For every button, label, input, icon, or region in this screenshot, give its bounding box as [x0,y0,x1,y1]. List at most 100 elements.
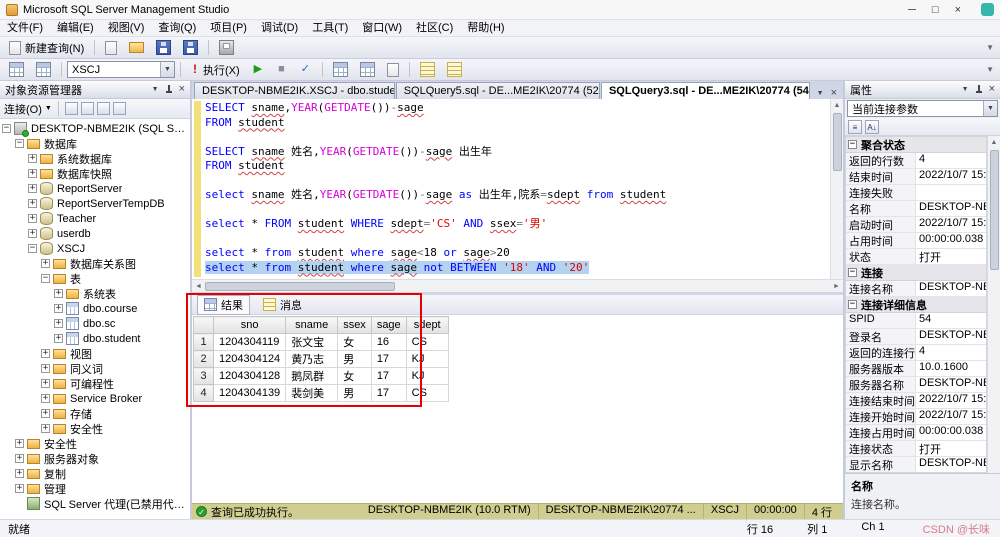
row-number-cell[interactable]: 2 [194,351,214,368]
tree-item[interactable]: +安全性 [0,421,190,436]
collapse-icon[interactable]: − [848,268,857,277]
menu-item-1[interactable]: 编辑(E) [50,20,101,36]
scroll-left-icon[interactable]: ◄ [192,283,205,290]
menu-item-0[interactable]: 文件(F) [0,20,50,36]
results-row[interactable]: 11204304119张文宝女16CS [194,334,449,351]
properties-object-selector[interactable]: 当前连接参数 ▼ [847,100,998,117]
tree-item[interactable]: +userdb [0,226,190,241]
results-to-text-button[interactable] [382,61,404,79]
code-line-7[interactable]: select sname 姓名,YEAR(GETDATE())-sage as … [205,188,830,203]
panel-menu-icon[interactable]: ▼ [962,86,969,93]
code-line-5[interactable]: FROM student [205,159,830,174]
code-line-3[interactable] [205,130,830,145]
property-row[interactable]: 连接失败 [846,185,986,201]
chevron-down-icon[interactable]: ▼ [160,62,174,77]
scrollbar-thumb[interactable] [833,113,842,171]
tree-item[interactable]: +数据库关系图 [0,256,190,271]
chevron-down-icon[interactable]: ▼ [983,101,997,116]
tab-close-icon[interactable]: × [831,88,837,99]
property-row[interactable]: 结束时间2022/10/7 15:26:11 [846,169,986,185]
expander-icon[interactable]: + [41,379,50,388]
column-header-sno[interactable]: sno [214,317,286,334]
property-row[interactable]: 返回的连接行数4 [846,345,986,361]
grid-cell[interactable]: 男 [338,351,372,368]
tree-item[interactable]: +复制 [0,466,190,481]
code-line-11[interactable]: select * from student where sage<18 or s… [205,246,830,261]
property-row[interactable]: 占用时间00:00:00.038 [846,233,986,249]
disconnect-icon[interactable] [65,102,78,115]
grid-cell[interactable]: KJ [406,368,448,385]
tab-results[interactable]: 结果 [197,295,250,315]
expander-icon[interactable]: + [28,154,37,163]
expander-icon[interactable]: + [15,484,24,493]
grid-cell[interactable]: 裴剑美 [286,385,338,402]
tree-item[interactable]: −数据库 [0,136,190,151]
indent-button[interactable] [415,60,440,79]
tree-item[interactable]: −XSCJ [0,241,190,256]
grid-cell[interactable]: 17 [371,385,406,402]
expander-icon[interactable]: − [2,124,11,133]
property-row[interactable]: 连接状态打开 [846,441,986,457]
grid-cell[interactable]: KJ [406,351,448,368]
minimize-button[interactable]: ─ [908,1,916,19]
save-all-button[interactable] [178,38,203,57]
expander-icon[interactable]: + [15,439,24,448]
save-button[interactable] [151,38,176,57]
grid-cell[interactable]: CS [406,385,448,402]
tree-item[interactable]: +视图 [0,346,190,361]
expander-icon[interactable]: − [15,139,24,148]
editor-tab-0[interactable]: DESKTOP-NBME2IK.XSCJ - dbo.student [194,82,395,99]
menu-item-5[interactable]: 调试(D) [254,20,305,36]
code-line-2[interactable]: FROM student [205,116,830,131]
property-row[interactable]: 服务器版本10.0.1600 [846,361,986,377]
tree-item[interactable]: +同义词 [0,361,190,376]
row-number-cell[interactable]: 1 [194,334,214,351]
tree-item[interactable]: +ReportServerTempDB [0,196,190,211]
sql-editor[interactable]: SELECT sname,YEAR(GETDATE())-sageFROM st… [192,99,843,292]
menu-item-4[interactable]: 项目(P) [203,20,254,36]
expander-icon[interactable]: + [41,259,50,268]
code-line-10[interactable] [205,232,830,247]
tree-item[interactable]: +系统表 [0,286,190,301]
grid-cell[interactable]: 男 [338,385,372,402]
categorized-icon[interactable]: ≡ [848,120,862,134]
code-area[interactable]: SELECT sname,YEAR(GETDATE())-sageFROM st… [201,99,830,279]
menu-item-8[interactable]: 社区(C) [409,20,460,36]
code-line-9[interactable]: select * FROM student WHERE sdept='CS' A… [205,217,830,232]
menu-item-9[interactable]: 帮助(H) [460,20,511,36]
property-row[interactable]: 登录名DESKTOP-NBME2IK [846,329,986,345]
code-line-4[interactable]: SELECT sname 姓名,YEAR(GETDATE())-sage 出生年 [205,145,830,160]
expander-icon[interactable]: + [28,229,37,238]
grid-cell[interactable]: 张文宝 [286,334,338,351]
expander-icon[interactable]: + [41,424,50,433]
open-file-button[interactable] [124,40,149,55]
scrollbar-thumb[interactable] [990,150,999,270]
tree-item[interactable]: +dbo.sc [0,316,190,331]
new-query-button[interactable]: 新建查询(N) [4,38,89,58]
expander-icon[interactable]: + [15,454,24,463]
column-header-ssex[interactable]: ssex [338,317,372,334]
code-line-6[interactable] [205,174,830,189]
menu-item-6[interactable]: 工具(T) [305,20,355,36]
expander-icon[interactable]: + [15,469,24,478]
results-row[interactable]: 41204304139裴剑美男17CS [194,385,449,402]
property-row[interactable]: SPID54 [846,313,986,329]
grid-cell[interactable]: 1204304119 [214,334,286,351]
close-button[interactable]: × [955,1,961,19]
grid-cell[interactable]: 黄乃志 [286,351,338,368]
grid-cell[interactable]: 鹅凤群 [286,368,338,385]
column-header-sdept[interactable]: sdept [406,317,448,334]
expander-icon[interactable]: + [41,349,50,358]
row-number-cell[interactable]: 3 [194,368,214,385]
expander-icon[interactable]: − [41,274,50,283]
code-line-8[interactable] [205,203,830,218]
column-header-sname[interactable]: sname [286,317,338,334]
property-row[interactable]: 显示名称DESKTOP-NBME2IK [846,457,986,473]
property-row[interactable]: 状态打开 [846,249,986,265]
property-group-header[interactable]: −连接详细信息 [846,297,986,313]
panel-close-icon[interactable]: × [179,84,185,95]
grid-cell[interactable]: 1204304124 [214,351,286,368]
results-to-grid-button[interactable] [355,60,380,79]
tree-item[interactable]: +系统数据库 [0,151,190,166]
scroll-up-icon[interactable]: ▲ [834,99,841,112]
